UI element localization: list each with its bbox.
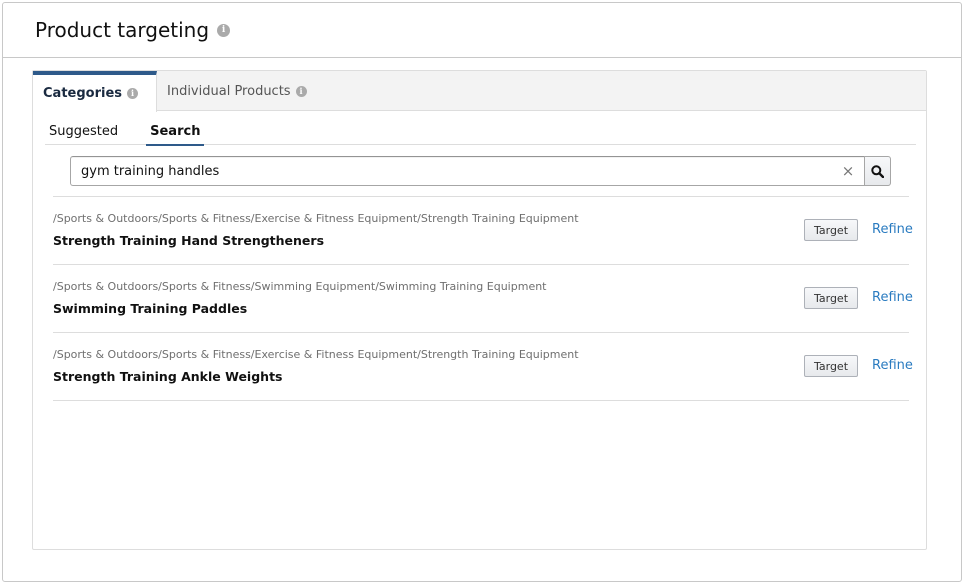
- subtab-bar: Suggested Search: [45, 121, 916, 146]
- tab-categories[interactable]: Categories i: [33, 71, 157, 112]
- category-name: Swimming Training Paddles: [53, 301, 248, 316]
- targeting-panel: Categories i Individual Products i Sugge…: [32, 70, 927, 550]
- search-field: ×: [70, 156, 865, 186]
- list-item: /Sports & Outdoors/Sports & Fitness/Exer…: [53, 333, 913, 401]
- target-button[interactable]: Target: [804, 287, 858, 309]
- search-icon: [871, 164, 884, 178]
- refine-link[interactable]: Refine: [872, 222, 913, 237]
- subtab-search[interactable]: Search: [146, 121, 205, 146]
- list-item: /Sports & Outdoors/Sports & Fitness/Swim…: [53, 265, 913, 333]
- refine-link[interactable]: Refine: [872, 358, 913, 373]
- tab-bar: Categories i Individual Products i: [33, 71, 926, 112]
- tab-individual-products[interactable]: Individual Products i: [157, 71, 317, 111]
- category-name: Strength Training Hand Strengtheners: [53, 233, 325, 248]
- clear-icon[interactable]: ×: [840, 163, 856, 179]
- tab-categories-label: Categories: [43, 86, 123, 101]
- target-button[interactable]: Target: [804, 355, 858, 377]
- search-button[interactable]: [865, 156, 891, 186]
- category-name: Strength Training Ankle Weights: [53, 369, 283, 384]
- category-path: /Sports & Outdoors/Sports & Fitness/Exer…: [53, 212, 579, 225]
- info-icon[interactable]: i: [217, 23, 231, 37]
- category-path: /Sports & Outdoors/Sports & Fitness/Exer…: [53, 348, 579, 361]
- info-icon[interactable]: i: [295, 85, 307, 97]
- info-icon[interactable]: i: [127, 88, 139, 99]
- search-input[interactable]: [71, 157, 831, 185]
- category-path: /Sports & Outdoors/Sports & Fitness/Swim…: [53, 280, 547, 293]
- search-row: ×: [70, 156, 891, 186]
- results-list: /Sports & Outdoors/Sports & Fitness/Exer…: [53, 196, 913, 401]
- refine-link[interactable]: Refine: [872, 290, 913, 305]
- list-item: /Sports & Outdoors/Sports & Fitness/Exer…: [53, 197, 913, 265]
- page-title: Product targeting: [35, 18, 210, 42]
- subtab-suggested[interactable]: Suggested: [45, 121, 122, 145]
- card-header: Product targeting i: [3, 3, 961, 58]
- tab-individual-products-label: Individual Products: [167, 83, 291, 99]
- target-button[interactable]: Target: [804, 219, 858, 241]
